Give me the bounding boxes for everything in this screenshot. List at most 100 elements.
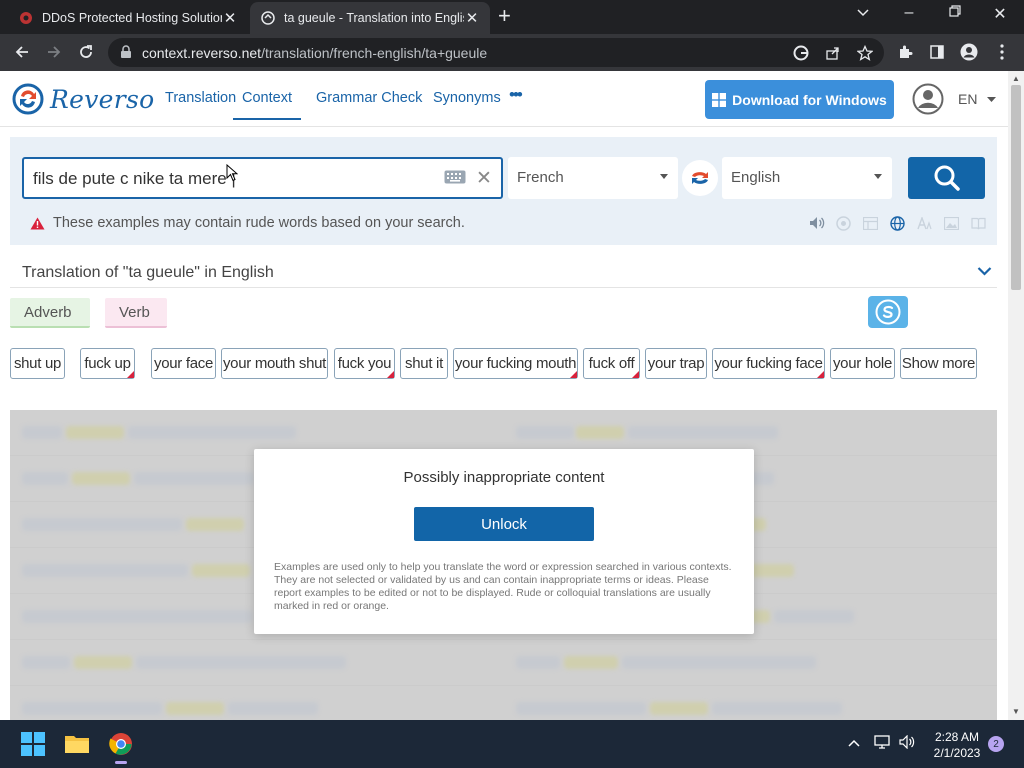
volume-icon[interactable] <box>899 734 915 752</box>
translation-chip-your-trap[interactable]: your trap <box>645 348 707 379</box>
scrollbar-thumb[interactable] <box>1011 85 1021 290</box>
chevron-down-icon <box>660 174 668 179</box>
account-avatar-icon[interactable] <box>912 83 944 115</box>
search-input[interactable]: fils de pute c nike ta mere | ✕ <box>22 157 503 199</box>
translation-chip-your-fucking-mouth[interactable]: your fucking mouth <box>453 348 578 379</box>
pos-filter-verb[interactable]: Verb <box>105 298 167 328</box>
tab-ddos-hosting[interactable]: DDoS Protected Hosting Solution ✕ <box>8 2 248 34</box>
divider <box>10 287 997 288</box>
translation-chip-fuck-you[interactable]: fuck you <box>334 348 395 379</box>
network-icon[interactable] <box>874 735 890 752</box>
swap-languages-button[interactable] <box>682 160 718 196</box>
translation-chip-fuck-up[interactable]: fuck up <box>80 348 135 379</box>
nav-translation[interactable]: Translation <box>165 90 236 106</box>
page-scrollbar[interactable]: ▲ ▼ <box>1008 71 1024 720</box>
filter-icon[interactable] <box>835 215 852 231</box>
keyboard-icon[interactable] <box>444 170 466 189</box>
bookmark-star-icon[interactable] <box>856 44 874 62</box>
clear-input-icon[interactable]: ✕ <box>476 167 492 190</box>
menu-kebab-icon[interactable] <box>993 43 1011 61</box>
file-explorer-icon[interactable] <box>62 729 92 759</box>
chevron-down-icon <box>874 174 882 179</box>
dialog-title: Possibly inappropriate content <box>403 469 605 486</box>
tab-reverso[interactable]: ta gueule - Translation into Englis ✕ <box>250 2 490 34</box>
warning-icon <box>30 217 45 229</box>
skype-share-icon[interactable] <box>868 296 908 328</box>
swap-icon <box>692 172 708 184</box>
download-label: Download for Windows <box>732 91 887 108</box>
minimize-icon[interactable]: – <box>899 4 919 22</box>
target-language-select[interactable]: English <box>722 157 892 199</box>
tab-title: ta gueule - Translation into Englis <box>284 11 464 25</box>
site-header: Reverso Translation Context Grammar Chec… <box>0 71 1008 127</box>
notification-badge[interactable]: 2 <box>988 736 1004 752</box>
reload-icon[interactable] <box>75 41 97 63</box>
pos-filter-adverb[interactable]: Adverb <box>10 298 90 328</box>
translation-chip-your-fucking-face[interactable]: your fucking face <box>712 348 825 379</box>
system-clock[interactable]: 2:28 AM 2/1/2023 <box>925 729 989 761</box>
search-icon <box>934 165 960 191</box>
font-size-icon[interactable] <box>916 215 933 231</box>
translation-chip-your-face[interactable]: your face <box>151 348 216 379</box>
close-window-icon[interactable]: ✕ <box>990 4 1010 24</box>
nav-synonyms[interactable]: Synonyms <box>433 90 501 106</box>
new-tab-icon[interactable]: + <box>498 5 511 27</box>
google-icon[interactable] <box>792 44 810 62</box>
globe-icon[interactable] <box>889 215 906 231</box>
nav-grammar-check[interactable]: Grammar Check <box>316 90 422 106</box>
browser-toolbar: context.reverso.net/translation/french-e… <box>0 34 1024 71</box>
image-icon[interactable] <box>943 215 960 231</box>
reverso-logo[interactable]: Reverso <box>12 83 154 115</box>
scroll-up-icon[interactable]: ▲ <box>1012 74 1020 83</box>
translation-chip-your-mouth-shut[interactable]: your mouth shut <box>221 348 328 379</box>
example-tools <box>808 215 987 231</box>
chevron-down-icon <box>987 97 997 103</box>
tab-close-icon[interactable]: ✕ <box>464 9 480 27</box>
search-panel: fils de pute c nike ta mere | ✕ French E… <box>10 137 997 245</box>
extensions-icon[interactable] <box>896 43 914 61</box>
side-panel-icon[interactable] <box>928 43 946 61</box>
clock-time: 2:28 AM <box>934 730 980 744</box>
language-selector[interactable]: EN <box>958 91 997 107</box>
translation-chip-shut-it[interactable]: shut it <box>400 348 448 379</box>
translation-heading: Translation of "ta gueule" in English <box>22 264 274 281</box>
source-language-select[interactable]: French <box>508 157 678 199</box>
restore-icon[interactable] <box>945 4 965 22</box>
tab-close-icon[interactable]: ✕ <box>222 9 238 27</box>
windows-icon <box>712 92 727 107</box>
tray-overflow-chevron-icon[interactable] <box>848 734 860 750</box>
speaker-icon[interactable] <box>808 215 825 231</box>
show-more-button[interactable]: Show more <box>900 348 977 379</box>
more-menu-icon[interactable]: ••• <box>509 85 523 105</box>
tab-title: DDoS Protected Hosting Solution <box>42 11 222 25</box>
address-bar[interactable]: context.reverso.net/translation/french-e… <box>108 38 884 67</box>
tab-search-chevron-icon[interactable] <box>853 4 873 22</box>
rude-words-warning: These examples may contain rude words ba… <box>30 215 465 231</box>
warning-text: These examples may contain rude words ba… <box>53 215 465 231</box>
url-path: /translation/french-english/ta+gueule <box>261 45 488 61</box>
translation-chip-shut-up[interactable]: shut up <box>10 348 65 379</box>
reverso-logo-icon <box>12 83 44 115</box>
browser-tab-bar: DDoS Protected Hosting Solution ✕ ta gue… <box>0 0 1024 34</box>
forward-icon[interactable] <box>43 41 65 63</box>
profile-icon[interactable] <box>960 43 978 61</box>
book-icon[interactable] <box>970 215 987 231</box>
chrome-taskbar-icon[interactable] <box>106 729 136 764</box>
target-language-value: English <box>731 169 781 186</box>
download-for-windows-button[interactable]: Download for Windows <box>705 80 894 119</box>
translation-chip-your-hole[interactable]: your hole <box>830 348 895 379</box>
translation-chip-fuck-off[interactable]: fuck off <box>583 348 640 379</box>
unlock-button[interactable]: Unlock <box>414 507 594 541</box>
lock-icon[interactable] <box>120 45 132 64</box>
site-favicon-icon <box>18 10 34 26</box>
search-button[interactable] <box>908 157 985 199</box>
collapse-chevron-icon[interactable] <box>977 263 992 281</box>
windows-start-icon[interactable] <box>18 729 48 759</box>
scroll-down-icon[interactable]: ▼ <box>1012 707 1020 716</box>
back-icon[interactable] <box>11 41 33 63</box>
table-view-icon[interactable] <box>862 215 879 231</box>
share-icon[interactable] <box>824 44 842 62</box>
clock-date: 2/1/2023 <box>933 746 981 760</box>
dialog-disclaimer-text: Examples are used only to help you trans… <box>274 561 732 612</box>
nav-context[interactable]: Context <box>233 90 301 120</box>
